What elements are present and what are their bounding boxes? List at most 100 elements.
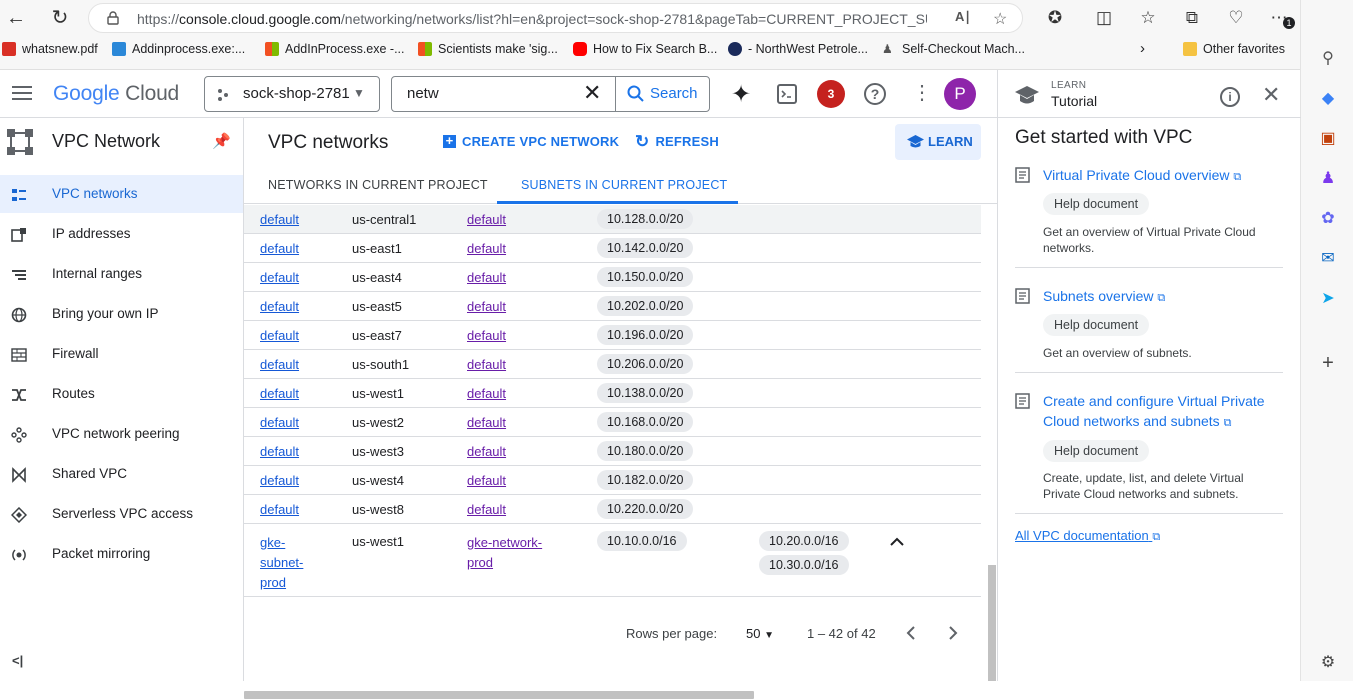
network-link[interactable]: gke-network-prod [467, 533, 542, 573]
notifications-badge[interactable]: 3 [817, 80, 845, 108]
external-link-icon: ⧉ [1152, 531, 1161, 543]
panel-title: Tutorial [1051, 93, 1098, 109]
rows-per-page-select[interactable]: 50 ▼ [746, 626, 774, 641]
favorite-item[interactable]: How to Fix Search B... [573, 42, 717, 56]
reload-icon[interactable]: ↻ [48, 6, 72, 30]
project-selector[interactable]: sock-shop-2781 ▼ [204, 76, 380, 112]
network-link[interactable]: default [467, 502, 506, 517]
subnet-name-link[interactable]: default [260, 415, 299, 430]
back-icon[interactable]: ← [4, 6, 28, 30]
collections-icon[interactable]: ⧉ [1181, 7, 1203, 29]
add-icon[interactable]: + [1317, 352, 1339, 374]
more-vert-icon[interactable]: ⋮ [912, 81, 932, 105]
google-cloud-logo[interactable]: Google Cloud [53, 82, 179, 106]
expand-less-icon[interactable] [890, 537, 904, 546]
ip-range-chip: 10.206.0.0/20 [597, 354, 694, 374]
chevron-right-icon[interactable] [948, 626, 958, 640]
network-link[interactable]: default [467, 241, 506, 256]
network-link[interactable]: default [467, 357, 506, 372]
subnet-name-link[interactable]: default [260, 502, 299, 517]
tab-networks[interactable]: NETWORKS IN CURRENT PROJECT [268, 178, 488, 192]
address-bar[interactable]: https://console.cloud.google.com/network… [88, 3, 1023, 33]
favorite-item[interactable]: AddInProcess.exe -... [265, 42, 405, 56]
read-aloud-icon[interactable]: A∣ [955, 9, 971, 25]
network-link[interactable]: default [467, 328, 506, 343]
sidebar-item-packet-mirroring[interactable]: Packet mirroring [0, 535, 243, 573]
subnet-name-link[interactable]: default [260, 473, 299, 488]
create-vpc-network-button[interactable]: + CREATE VPC NETWORK [443, 134, 619, 149]
gemini-sparkle-icon[interactable]: ✦ [731, 80, 751, 109]
sidebar-item-serverless-vpc[interactable]: Serverless VPC access [0, 495, 243, 533]
games-icon[interactable]: ♟ [1317, 168, 1339, 190]
clear-icon[interactable]: ✕ [583, 80, 601, 106]
all-vpc-docs-link[interactable]: All VPC documentation ⧉ [1015, 528, 1160, 544]
hamburger-menu-icon[interactable] [12, 85, 32, 101]
subnet-name-link[interactable]: default [260, 444, 299, 459]
tag-icon[interactable]: ◆ [1317, 88, 1339, 110]
subnet-name-link[interactable]: default [260, 270, 299, 285]
learn-button[interactable]: LEARN [895, 124, 981, 160]
search-box[interactable]: netw ✕ Search [391, 76, 710, 112]
split-screen-icon[interactable]: ◫ [1093, 7, 1115, 29]
subnet-name-link[interactable]: default [260, 386, 299, 401]
send-icon[interactable]: ➤ [1317, 288, 1339, 310]
outlook-icon[interactable]: ✉ [1317, 248, 1339, 270]
search-input[interactable]: netw [407, 85, 439, 102]
sidebar-item-firewall[interactable]: Firewall [0, 335, 243, 373]
sidebar-item-internal-ranges[interactable]: Internal ranges [0, 255, 243, 293]
network-link[interactable]: default [467, 212, 506, 227]
learn-button-label: LEARN [928, 134, 973, 149]
subnet-name-link[interactable]: gke-subnet-prod [260, 533, 303, 593]
info-icon[interactable]: i [1220, 87, 1240, 107]
subnet-name-link[interactable]: default [260, 328, 299, 343]
subnet-name-link[interactable]: default [260, 357, 299, 372]
sidebar-item-vpc-networks[interactable]: VPC networks [0, 175, 243, 213]
avatar[interactable]: P [944, 78, 976, 110]
subnet-name-link[interactable]: default [260, 299, 299, 314]
favorite-item[interactable]: - NorthWest Petrole... [728, 42, 868, 56]
chevron-right-icon[interactable]: › [1140, 40, 1145, 57]
help-icon[interactable]: ? [864, 83, 886, 105]
network-link[interactable]: default [467, 415, 506, 430]
globe-icon [11, 307, 27, 323]
network-link[interactable]: default [467, 270, 506, 285]
sidebar-item-vpc-peering[interactable]: VPC network peering [0, 415, 243, 453]
toolbox-icon[interactable]: ▣ [1317, 128, 1339, 150]
extensions-icon[interactable]: ✪ [1044, 7, 1066, 29]
favorite-star-icon[interactable]: ☆ [993, 9, 1007, 29]
pin-icon[interactable]: 📌 [212, 132, 231, 150]
tab-subnets[interactable]: SUBNETS IN CURRENT PROJECT [521, 178, 727, 192]
settings-icon[interactable]: ⚙ [1317, 652, 1339, 674]
network-link[interactable]: default [467, 473, 506, 488]
subnet-name-link[interactable]: default [260, 241, 299, 256]
sidebar-item-shared-vpc[interactable]: Shared VPC [0, 455, 243, 493]
subnet-name-link[interactable]: default [260, 212, 299, 227]
favorite-item[interactable]: ♟ Self-Checkout Mach... [882, 42, 1025, 56]
sidebar-item-ip-addresses[interactable]: IP addresses [0, 215, 243, 253]
network-link[interactable]: default [467, 386, 506, 401]
network-link[interactable]: default [467, 444, 506, 459]
search-icon[interactable]: ⚲ [1317, 48, 1339, 70]
horizontal-scrollbar[interactable] [244, 691, 754, 699]
browser-essentials-icon[interactable]: ♡ [1225, 7, 1247, 29]
refresh-button[interactable]: ↻ REFRESH [635, 133, 719, 150]
sidebar-item-routes[interactable]: Routes [0, 375, 243, 413]
divider [1015, 513, 1283, 514]
favorite-item[interactable]: whatsnew.pdf [2, 42, 98, 56]
m365-icon[interactable]: ✿ [1317, 208, 1339, 230]
favorite-item[interactable]: Addinprocess.exe:... [112, 42, 245, 56]
favorite-item[interactable]: Scientists make 'sig... [418, 42, 558, 56]
doc-link[interactable]: Create and configure Virtual Private Clo… [1043, 391, 1278, 433]
network-link[interactable]: default [467, 299, 506, 314]
cloud-shell-icon[interactable] [777, 84, 797, 104]
search-button[interactable]: Search [615, 77, 709, 111]
collapse-nav-icon[interactable]: <| [12, 653, 23, 668]
doc-link[interactable]: Virtual Private Cloud overview ⧉ [1043, 165, 1278, 187]
vertical-scrollbar[interactable] [988, 565, 996, 681]
other-favorites[interactable]: Other favorites [1183, 42, 1285, 56]
sidebar-item-byoip[interactable]: Bring your own IP [0, 295, 243, 333]
doc-link[interactable]: Subnets overview ⧉ [1043, 286, 1278, 308]
close-icon[interactable]: ✕ [1262, 82, 1280, 108]
favorites-icon[interactable]: ☆ [1137, 7, 1159, 29]
chevron-left-icon[interactable] [906, 626, 916, 640]
